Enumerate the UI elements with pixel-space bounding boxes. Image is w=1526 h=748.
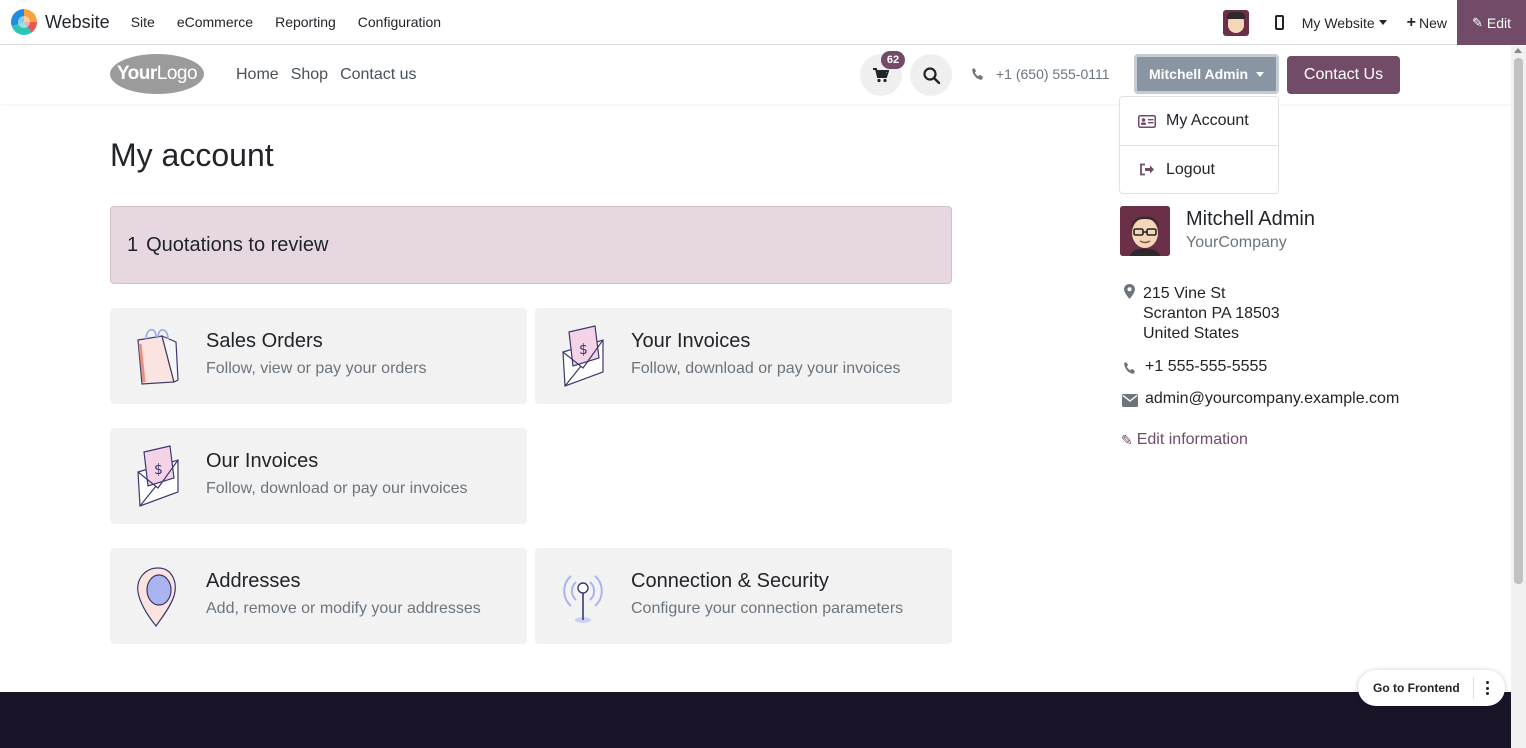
plus-icon: + bbox=[1406, 13, 1416, 31]
card-addresses[interactable]: Addresses Add, remove or modify your add… bbox=[110, 548, 527, 644]
profile-name: Mitchell Admin bbox=[1186, 208, 1315, 230]
pencil-icon: ✎ bbox=[1471, 14, 1483, 30]
cart-icon bbox=[873, 67, 889, 82]
admin-menu-reporting[interactable]: Reporting bbox=[275, 14, 336, 30]
card-title: Your Invoices bbox=[631, 330, 751, 352]
app-name: Website bbox=[45, 11, 110, 32]
invoice-envelope-icon: $ bbox=[562, 325, 604, 387]
card-title: Sales Orders bbox=[206, 330, 323, 352]
cart-count-badge: 62 bbox=[881, 51, 905, 69]
map-pin-icon bbox=[137, 567, 176, 628]
nav-home[interactable]: Home bbox=[236, 66, 279, 84]
card-title: Connection & Security bbox=[631, 570, 829, 592]
odoo-website-app-icon bbox=[11, 9, 37, 35]
svg-text:$: $ bbox=[154, 462, 163, 478]
website-header: Your Logo Home Shop Contact us 62 +1 (650… bbox=[0, 46, 1511, 104]
card-subtitle: Follow, download or pay our invoices bbox=[206, 480, 468, 497]
user-menu-toggle[interactable]: Mitchell Admin bbox=[1134, 54, 1279, 94]
new-content-button[interactable]: + New bbox=[1407, 14, 1447, 32]
mobile-preview-icon[interactable] bbox=[1274, 15, 1284, 30]
site-logo[interactable]: Your Logo bbox=[110, 54, 204, 94]
caret-down-icon bbox=[1378, 20, 1387, 25]
profile-email: admin@yourcompany.example.com bbox=[1145, 390, 1400, 407]
go-to-frontend-widget: Go to Frontend bbox=[1358, 670, 1505, 706]
profile-address: 215 Vine St Scranton PA 18503 United Sta… bbox=[1143, 284, 1280, 344]
card-subtitle: Configure your connection parameters bbox=[631, 600, 904, 617]
admin-menu-site[interactable]: Site bbox=[131, 14, 155, 30]
dropdown-logout[interactable]: Logout bbox=[1120, 145, 1278, 193]
dropdown-logout-label: Logout bbox=[1166, 160, 1215, 178]
shopping-bag-icon bbox=[137, 328, 179, 385]
phone-icon bbox=[1124, 362, 1135, 374]
admin-menu-configuration[interactable]: Configuration bbox=[358, 14, 441, 30]
card-subtitle: Follow, download or pay your invoices bbox=[631, 360, 901, 377]
address-line-2: Scranton PA 18503 bbox=[1143, 305, 1280, 322]
sign-out-icon bbox=[1138, 163, 1156, 176]
site-nav: Home Shop Contact us bbox=[236, 66, 429, 84]
edit-information-link[interactable]: ✎ Edit information bbox=[1121, 431, 1248, 449]
invoice-envelope-icon: $ bbox=[137, 445, 179, 507]
admin-user-avatar[interactable] bbox=[1222, 9, 1249, 36]
site-footer bbox=[0, 692, 1511, 748]
avatar-illustration bbox=[1120, 206, 1170, 256]
header-phone-number: +1 (650) 555-0111 bbox=[996, 66, 1110, 82]
admin-bar-right: My Website + New ✎ Edit bbox=[1222, 0, 1526, 45]
logo-text: Logo bbox=[156, 63, 198, 84]
go-to-frontend-button[interactable]: Go to Frontend bbox=[1373, 681, 1460, 695]
search-icon bbox=[922, 66, 940, 84]
quotations-alert[interactable]: 1 Quotations to review bbox=[110, 206, 952, 284]
address-line-3: United States bbox=[1143, 325, 1240, 342]
card-subtitle: Follow, view or pay your orders bbox=[206, 360, 427, 377]
admin-menu-ecommerce[interactable]: eCommerce bbox=[177, 14, 253, 30]
user-dropdown-menu: My Account Logout bbox=[1119, 96, 1279, 194]
id-card-icon bbox=[1138, 114, 1156, 128]
caret-down-icon bbox=[1256, 71, 1265, 77]
profile-phone: +1 555-555-5555 bbox=[1145, 358, 1268, 375]
edit-page-button[interactable]: ✎ Edit bbox=[1457, 0, 1526, 45]
nav-contact-us[interactable]: Contact us bbox=[340, 66, 416, 84]
address-line-1: 215 Vine St bbox=[1143, 285, 1226, 302]
quotations-alert-text: Quotations to review bbox=[146, 233, 329, 256]
card-subtitle: Add, remove or modify your addresses bbox=[206, 600, 481, 617]
admin-navbar: Website Site eCommerce Reporting Configu… bbox=[0, 0, 1526, 45]
profile-company: YourCompany bbox=[1186, 234, 1287, 251]
search-button[interactable] bbox=[910, 54, 952, 96]
kebab-menu-icon[interactable] bbox=[1481, 679, 1493, 697]
logo-text-bold: Your bbox=[116, 63, 157, 84]
card-title: Our Invoices bbox=[206, 450, 319, 472]
phone-icon bbox=[972, 68, 983, 80]
user-menu-label: Mitchell Admin bbox=[1148, 66, 1249, 82]
edit-information-label: Edit information bbox=[1136, 431, 1248, 448]
new-button-label: New bbox=[1418, 14, 1447, 31]
admin-menu: Site eCommerce Reporting Configuration bbox=[131, 14, 463, 30]
card-connection-security[interactable]: Connection & Security Configure your con… bbox=[535, 548, 952, 644]
svg-text:$: $ bbox=[579, 342, 588, 358]
app-brand[interactable]: Website bbox=[11, 9, 110, 35]
pencil-icon: ✎ bbox=[1121, 431, 1133, 448]
page-scrollbar[interactable] bbox=[1511, 46, 1526, 748]
envelope-icon bbox=[1122, 394, 1138, 407]
dropdown-my-account[interactable]: My Account bbox=[1120, 97, 1278, 145]
scrollbar-thumb[interactable] bbox=[1514, 58, 1523, 584]
edit-button-label: Edit bbox=[1486, 14, 1512, 31]
contact-us-button[interactable]: Contact Us bbox=[1287, 56, 1400, 94]
map-marker-icon bbox=[1124, 284, 1135, 299]
divider bbox=[1473, 677, 1474, 699]
dropdown-my-account-label: My Account bbox=[1166, 112, 1249, 129]
antenna-icon bbox=[563, 575, 603, 623]
quotations-count: 1 bbox=[127, 233, 139, 256]
card-your-invoices[interactable]: $ Your Invoices Follow, download or pay … bbox=[535, 308, 952, 404]
card-our-invoices[interactable]: $ Our Invoices Follow, download or pay o… bbox=[110, 428, 527, 524]
page-title: My account bbox=[110, 137, 274, 173]
website-switcher[interactable]: My Website bbox=[1302, 15, 1387, 31]
card-title: Addresses bbox=[206, 570, 301, 592]
card-sales-orders[interactable]: Sales Orders Follow, view or pay your or… bbox=[110, 308, 527, 404]
website-switcher-label: My Website bbox=[1301, 14, 1375, 31]
nav-shop[interactable]: Shop bbox=[291, 66, 328, 84]
profile-avatar bbox=[1120, 206, 1170, 256]
scroll-up-arrow-icon[interactable] bbox=[1514, 48, 1522, 53]
header-phone[interactable]: +1 (650) 555-0111 bbox=[971, 66, 1110, 82]
